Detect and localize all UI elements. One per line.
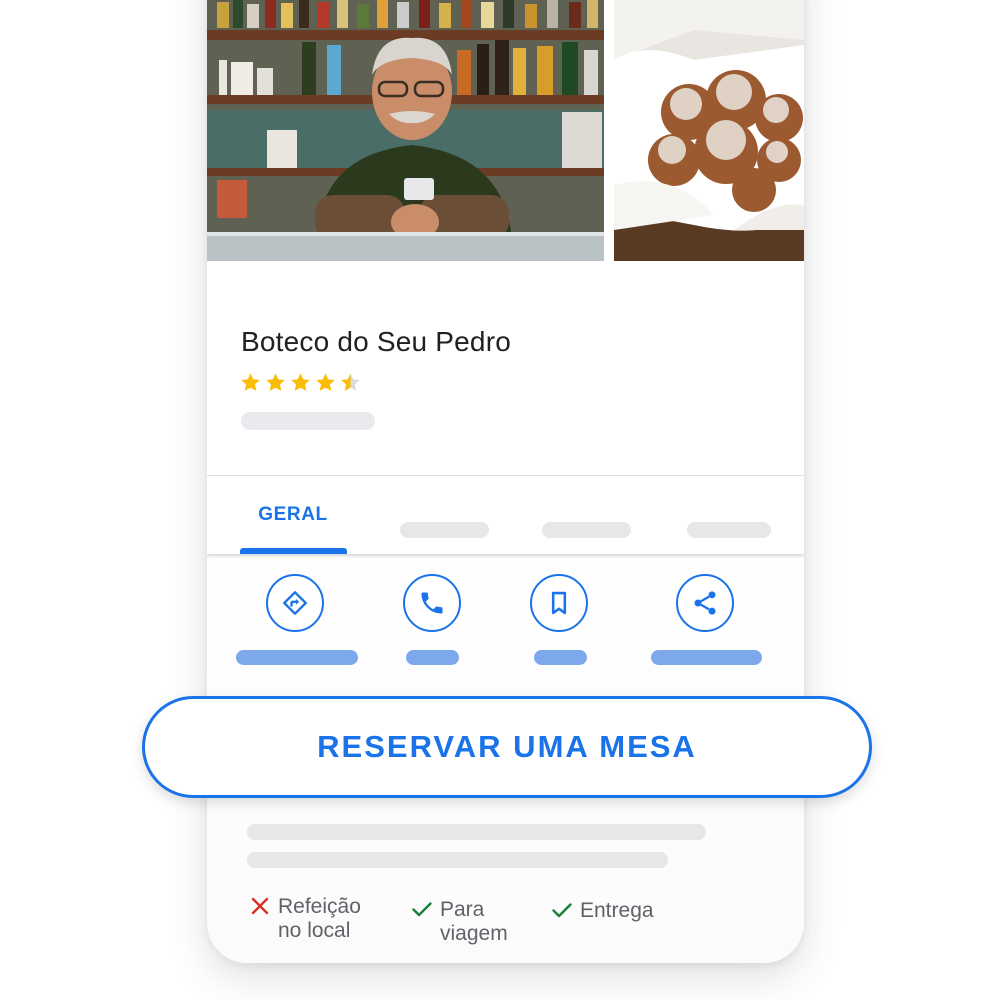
reserve-table-button[interactable]: RESERVAR UMA MESA <box>142 696 872 798</box>
call-label-placeholder <box>406 650 459 665</box>
close-icon <box>251 897 269 915</box>
share-label-placeholder <box>651 650 762 665</box>
share-button[interactable] <box>676 574 734 632</box>
photo-sugared-pastries[interactable] <box>614 0 804 261</box>
description-placeholder <box>247 852 668 868</box>
tab-placeholder[interactable] <box>400 522 489 538</box>
attribute-delivery: Entrega <box>550 899 654 923</box>
tab-placeholder[interactable] <box>687 522 771 538</box>
owner-photo-image <box>207 0 604 261</box>
tab-placeholder[interactable] <box>542 522 631 538</box>
check-icon <box>412 902 432 917</box>
star-icon <box>266 373 285 391</box>
photo-separator <box>604 0 614 261</box>
call-button[interactable] <box>403 574 461 632</box>
star-rating[interactable] <box>239 371 362 394</box>
share-icon <box>694 591 716 615</box>
star-icon <box>241 373 260 391</box>
pastries-photo-image <box>614 0 804 261</box>
half-star-icon <box>341 373 360 391</box>
attribute-label: Para viagem <box>440 898 508 946</box>
save-button[interactable] <box>530 574 588 632</box>
place-card: Boteco do Seu Pedro GERAL Refeição no lo… <box>207 0 804 963</box>
save-label-placeholder <box>534 650 587 665</box>
address-placeholder <box>241 412 375 430</box>
attribute-label-line: no local <box>278 919 351 942</box>
attribute-takeout: Para viagem <box>410 898 508 946</box>
attribute-label-line: viagem <box>440 922 508 945</box>
directions-label-placeholder <box>236 650 358 665</box>
attribute-label-line: Refeição <box>278 895 361 918</box>
star-icon <box>291 373 310 391</box>
star-icon <box>316 373 335 391</box>
attribute-label: Refeição no local <box>278 895 361 943</box>
directions-icon <box>283 591 307 615</box>
directions-button[interactable] <box>266 574 324 632</box>
check-icon <box>552 903 572 918</box>
place-title: Boteco do Seu Pedro <box>241 326 511 357</box>
attribute-label-line: Para <box>440 898 485 921</box>
active-tab-indicator <box>240 548 347 554</box>
attribute-dine-in: Refeição no local <box>248 895 361 943</box>
photo-owner-at-bar[interactable] <box>207 0 604 261</box>
bookmark-icon <box>551 591 567 615</box>
tab-overview[interactable]: GERAL <box>239 476 347 554</box>
tab-bar: GERAL <box>207 476 804 554</box>
description-placeholder <box>247 824 706 840</box>
phone-icon <box>421 592 443 614</box>
attribute-label-line: Entrega <box>580 899 654 922</box>
